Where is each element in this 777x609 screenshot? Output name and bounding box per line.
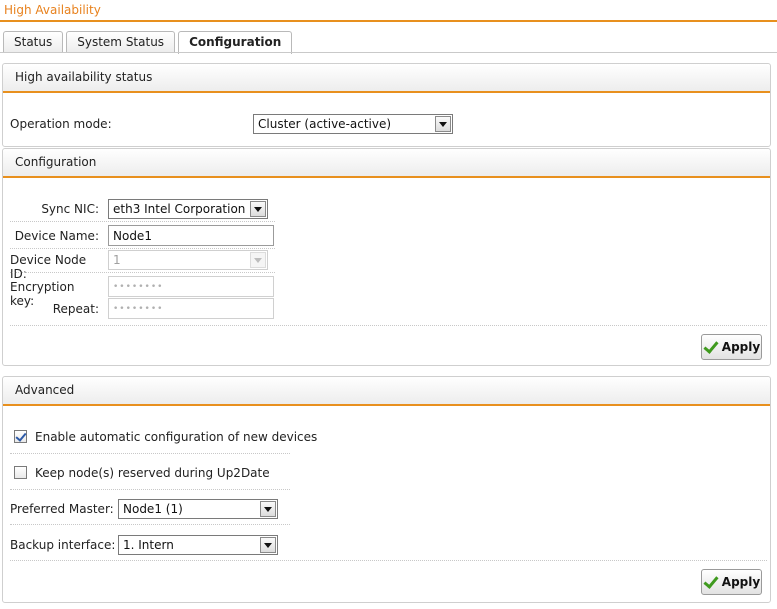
device-node-id-label: Device Node ID: — [10, 253, 87, 281]
repeat-key-input[interactable] — [108, 298, 274, 319]
sync-nic-select[interactable]: eth3 Intel Corporation 82 — [108, 199, 268, 219]
keep-reserved-label: Keep node(s) reserved during Up2Date — [35, 466, 270, 480]
operation-mode-value: Cluster (active-active) — [258, 117, 392, 131]
sync-nic-label: Sync NIC: — [41, 202, 99, 216]
repeat-label: Repeat: — [52, 302, 99, 316]
auto-config-checkbox[interactable] — [14, 430, 27, 443]
title-divider — [0, 20, 777, 22]
sync-nic-value: eth3 Intel Corporation 82 — [113, 202, 265, 216]
configuration-apply-button[interactable]: Apply — [701, 334, 762, 360]
tab-system-status[interactable]: System Status — [66, 31, 176, 53]
backup-interface-value: 1. Intern — [123, 538, 174, 552]
page-title: High Availability — [4, 3, 101, 17]
backup-interface-select[interactable]: 1. Intern — [118, 535, 278, 555]
keep-reserved-checkbox[interactable] — [14, 466, 27, 479]
device-node-id-value: 1 — [113, 253, 121, 267]
advanced-apply-button[interactable]: Apply — [701, 569, 762, 595]
operation-mode-label: Operation mode: — [10, 117, 112, 131]
preferred-master-label: Preferred Master: — [10, 502, 114, 516]
encryption-key-input[interactable] — [108, 276, 274, 297]
ha-status-panel-header: High availability status — [3, 64, 770, 93]
chevron-down-icon — [250, 201, 266, 217]
check-icon — [703, 575, 717, 589]
device-name-label: Device Name: — [14, 229, 99, 243]
preferred-master-value: Node1 (1) — [123, 502, 183, 516]
chevron-down-icon — [435, 116, 451, 132]
ha-status-panel: High availability status — [2, 63, 771, 147]
advanced-panel-header: Advanced — [3, 377, 770, 406]
device-node-id-select[interactable]: 1 — [108, 250, 268, 270]
apply-label: Apply — [721, 340, 761, 354]
chevron-down-icon — [260, 537, 276, 553]
tab-bar-divider — [0, 52, 777, 53]
preferred-master-select[interactable]: Node1 (1) — [118, 499, 278, 519]
chevron-down-icon — [250, 252, 266, 268]
auto-config-label: Enable automatic configuration of new de… — [35, 430, 318, 444]
device-name-input[interactable] — [108, 225, 274, 246]
check-icon — [703, 340, 717, 354]
tab-status[interactable]: Status — [3, 31, 64, 53]
tab-bar: Status System Status Configuration — [3, 31, 295, 54]
configuration-panel-header: Configuration — [3, 149, 770, 178]
chevron-down-icon — [260, 501, 276, 517]
apply-label: Apply — [721, 575, 761, 589]
tab-configuration[interactable]: Configuration — [178, 31, 293, 54]
backup-interface-label: Backup interface: — [10, 538, 116, 552]
operation-mode-select[interactable]: Cluster (active-active) — [253, 114, 453, 134]
